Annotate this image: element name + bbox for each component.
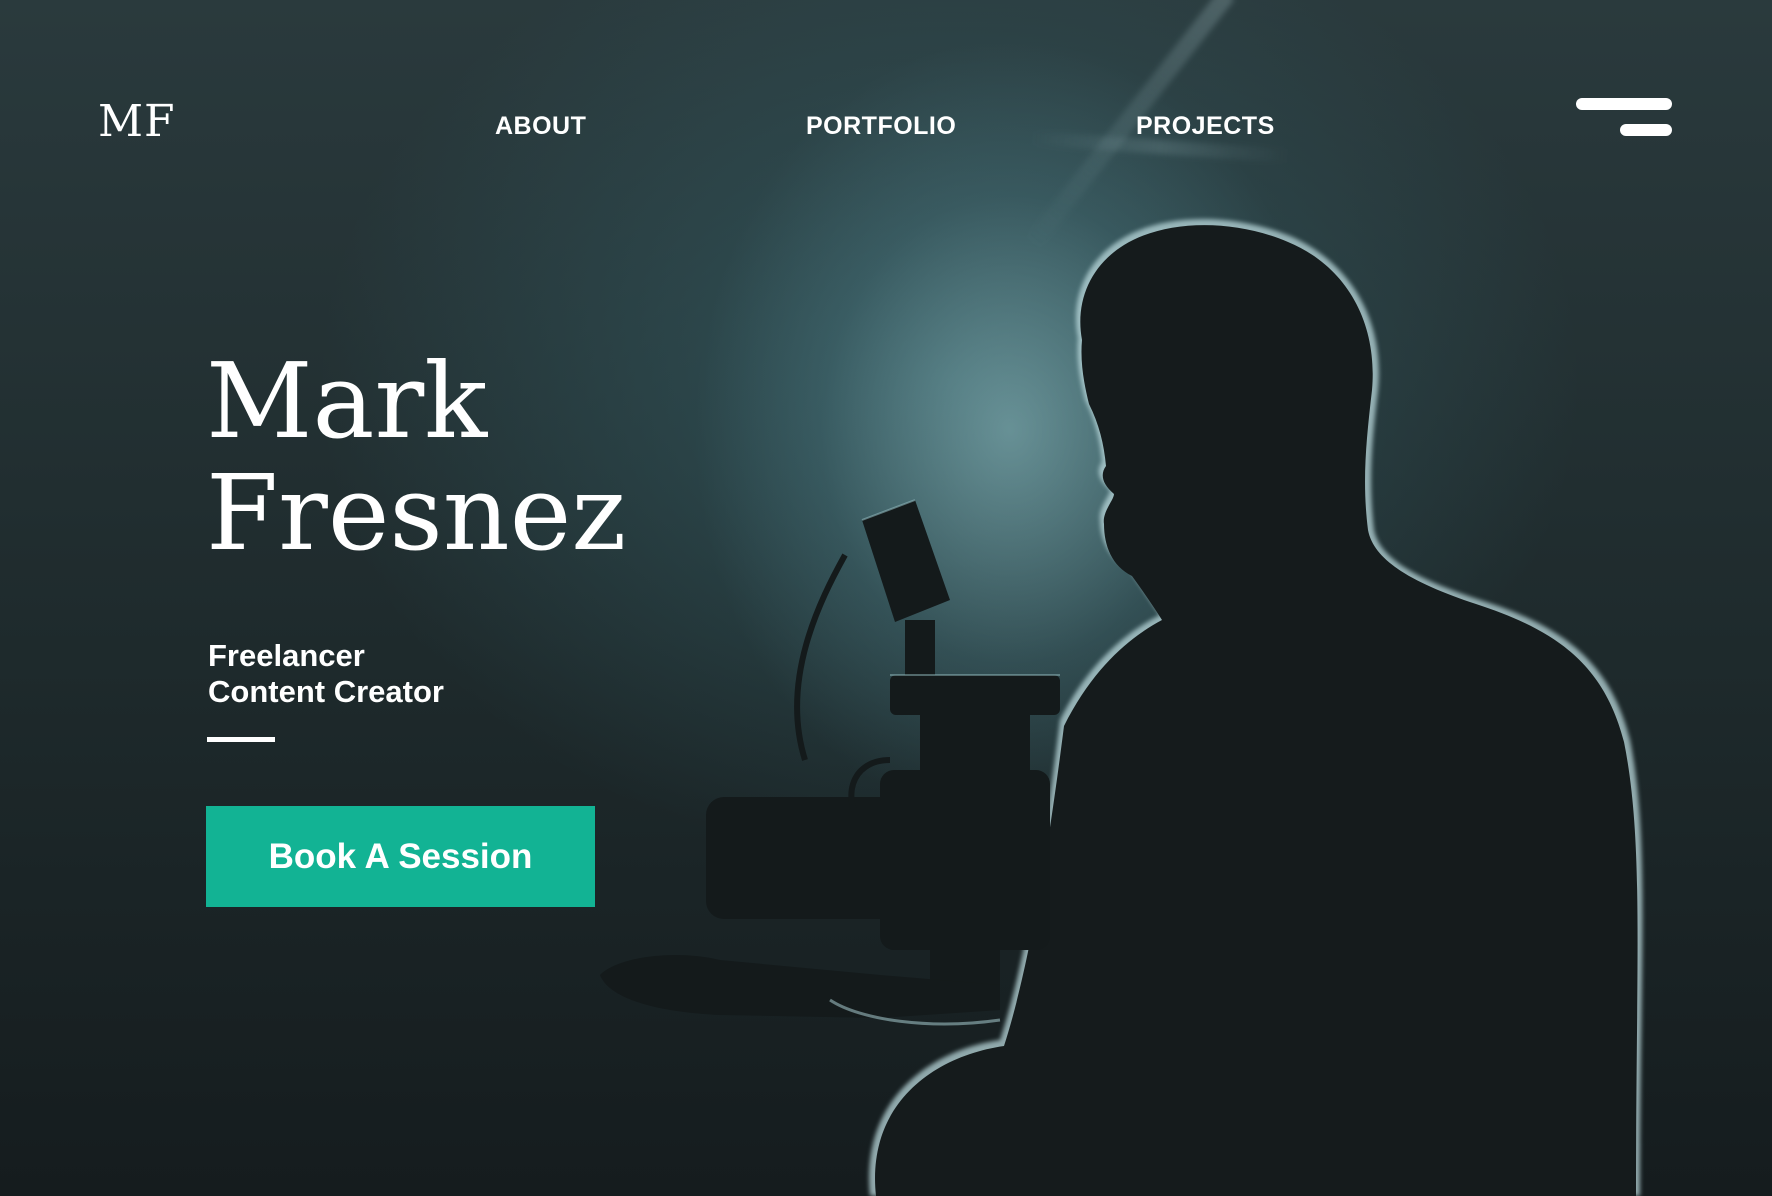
- hero-name-last: Fresnez: [206, 452, 627, 574]
- menu-bar-top: [1576, 98, 1672, 110]
- hero-background-image: [0, 0, 1772, 1196]
- brand-logo[interactable]: MF: [98, 96, 176, 147]
- hero-name-heading: Mark Fresnez: [206, 345, 626, 569]
- nav-link-about[interactable]: ABOUT: [495, 112, 586, 141]
- hamburger-menu-icon[interactable]: [1576, 96, 1672, 140]
- hero-role-line2: Content Creator: [208, 674, 444, 709]
- cameraman-silhouette: [600, 219, 1643, 1196]
- hero-role: Freelancer Content Creator: [208, 638, 444, 710]
- nav-link-projects[interactable]: PROJECTS: [1136, 112, 1275, 141]
- hero-divider: [207, 737, 275, 742]
- hero-role-line1: Freelancer: [208, 638, 365, 673]
- menu-bar-bottom: [1620, 124, 1672, 136]
- book-session-button[interactable]: Book A Session: [206, 806, 595, 907]
- hero-name-first: Mark: [206, 340, 488, 462]
- nav-link-portfolio[interactable]: PORTFOLIO: [806, 112, 956, 141]
